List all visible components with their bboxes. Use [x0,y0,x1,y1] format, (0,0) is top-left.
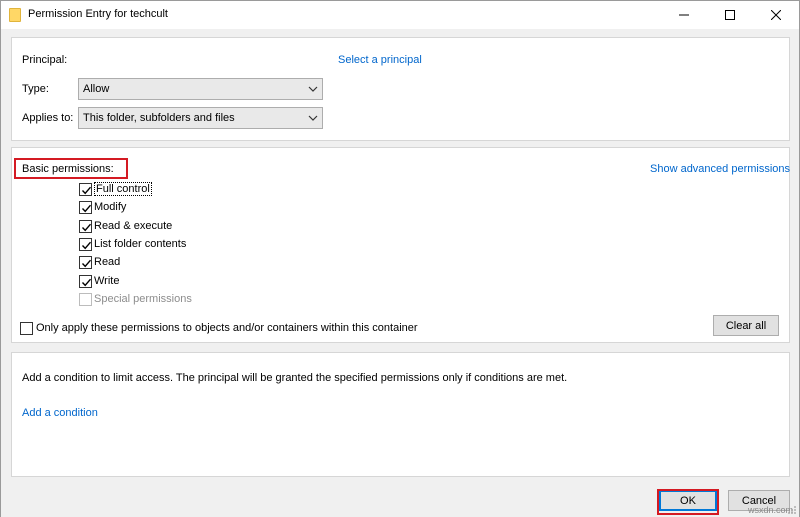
permission-item: Special permissions [79,291,192,307]
checkmark-icon [81,241,92,249]
permission-checkbox[interactable] [79,182,92,196]
permission-item[interactable]: Read [79,254,120,270]
minimize-button[interactable] [661,1,707,29]
permission-item[interactable]: Full control [79,181,152,197]
checkmark-icon [81,223,92,231]
permissions-panel: Basic permissions: Show advanced permiss… [11,147,790,343]
applies-to-dropdown[interactable]: This folder, subfolders and files [78,107,323,129]
permission-entry-dialog: Permission Entry for techcult Principal:… [0,0,800,517]
folder-icon [9,8,21,22]
type-dropdown-value: Allow [83,83,110,95]
maximize-icon [725,10,735,20]
permission-label: Modify [94,201,127,213]
close-icon [771,10,781,20]
basic-permissions-heading: Basic permissions: [22,163,114,175]
window-title: Permission Entry for techcult [28,8,168,20]
checkmark-icon [81,278,92,286]
minimize-icon [679,14,689,16]
clear-all-button[interactable]: Clear all [713,315,779,336]
permission-label: Special permissions [94,293,192,305]
condition-description: Add a condition to limit access. The pri… [22,372,568,384]
permission-item[interactable]: Write [79,273,119,289]
permission-item[interactable]: List folder contents [79,236,186,252]
applies-to-dropdown-value: This folder, subfolders and files [83,112,235,124]
permission-checkbox[interactable] [79,219,92,233]
permission-label: List folder contents [94,238,187,250]
only-apply-checkbox[interactable] [20,321,33,335]
checkmark-icon [81,204,92,212]
checkmark-icon [81,186,92,194]
only-apply-checkbox-row[interactable]: Only apply these permissions to objects … [20,320,418,336]
type-dropdown[interactable]: Allow [78,78,323,100]
principal-panel: Principal: Select a principal Type: Allo… [11,37,790,141]
checkmark-icon [81,259,92,267]
condition-panel: Add a condition to limit access. The pri… [11,352,790,477]
permission-checkbox[interactable] [79,255,92,269]
watermark: wsxdn.com [747,505,793,515]
only-apply-label: Only apply these permissions to objects … [36,322,418,334]
permission-item[interactable]: Modify [79,199,126,215]
show-advanced-permissions-link[interactable]: Show advanced permissions [650,163,790,175]
permission-label: Read [94,256,121,268]
permission-label: Full control [94,182,152,196]
permission-checkbox[interactable] [79,237,92,251]
close-button[interactable] [753,1,799,29]
permission-label: Read & execute [94,220,173,232]
type-label: Type: [22,83,49,95]
maximize-button[interactable] [707,1,753,29]
permission-item[interactable]: Read & execute [79,218,172,234]
permission-checkbox[interactable] [79,274,92,288]
chevron-down-icon [308,86,318,92]
permission-label: Write [94,275,120,287]
ok-button[interactable]: OK [659,490,717,511]
principal-label: Principal: [22,54,68,66]
applies-to-label: Applies to: [22,112,74,124]
add-condition-link[interactable]: Add a condition [22,407,98,419]
select-principal-link[interactable]: Select a principal [338,54,422,66]
button-bar: OK Cancel [1,485,799,517]
permission-checkbox[interactable] [79,200,92,214]
permission-checkbox [79,292,92,306]
chevron-down-icon [308,115,318,121]
title-bar[interactable]: Permission Entry for techcult [1,1,799,29]
